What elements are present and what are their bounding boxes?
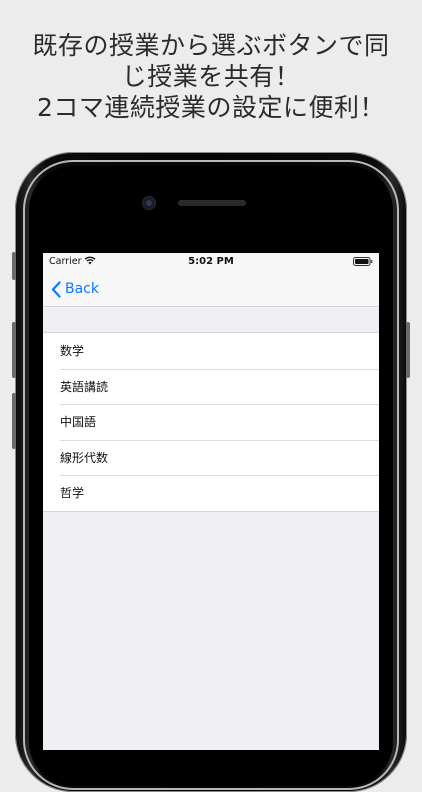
- promo-line-2: じ授業を共有！: [121, 62, 301, 91]
- phone-screen: Carrier 5:02 PM Back 数学 英語講読 中国語 線形代数 哲学: [43, 253, 379, 750]
- promo-line-1: 既存の授業から選ぶボタンで同: [32, 31, 390, 60]
- chevron-left-icon: [51, 280, 61, 298]
- earpiece-speaker: [178, 200, 246, 206]
- list-item-subject[interactable]: 哲学: [43, 475, 379, 511]
- volume-up-button: [12, 322, 16, 378]
- subject-label: 数学: [60, 344, 85, 359]
- subject-label: 英語講読: [60, 379, 109, 394]
- promo-line-3: 2コマ連続授業の設定に便利！: [37, 93, 385, 122]
- back-button[interactable]: Back: [51, 278, 99, 300]
- clock-time: 5:02 PM: [188, 256, 234, 267]
- list-item-subject[interactable]: 英語講読: [43, 368, 379, 405]
- subject-label: 哲学: [60, 486, 85, 501]
- volume-down-button: [12, 393, 16, 449]
- subject-label: 線形代数: [60, 450, 109, 465]
- power-button: [406, 322, 410, 378]
- navigation-bar: Back: [43, 271, 379, 307]
- battery-icon: [353, 257, 373, 266]
- front-camera: [143, 197, 155, 209]
- back-label: Back: [65, 281, 99, 297]
- list-item-subject[interactable]: 中国語: [43, 404, 379, 440]
- promo-headline: 既存の授業から選ぶボタンで同 じ授業を共有！ 2コマ連続授業の設定に便利！: [0, 30, 422, 123]
- list-item-subject[interactable]: 線形代数: [43, 439, 379, 476]
- list-item-subject[interactable]: 数学: [43, 333, 379, 369]
- mute-switch: [12, 252, 16, 280]
- subject-list: 数学 英語講読 中国語 線形代数 哲学: [43, 332, 379, 512]
- subject-label: 中国語: [60, 415, 97, 430]
- status-bar: Carrier 5:02 PM: [43, 253, 379, 271]
